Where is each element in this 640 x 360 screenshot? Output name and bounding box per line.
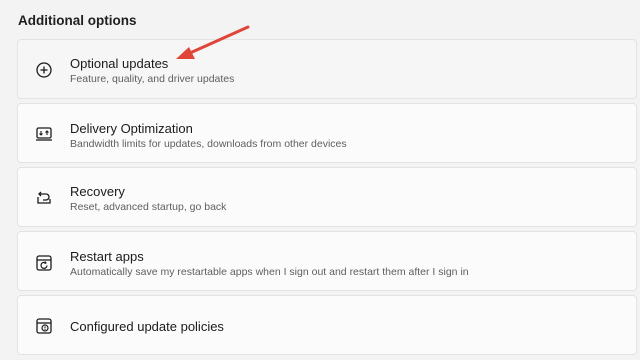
configured-update-policies-card[interactable]: Configured update policies: [17, 295, 637, 355]
restart-apps-title: Restart apps: [70, 249, 144, 264]
update-policies-icon: [35, 317, 53, 335]
recovery-card[interactable]: Recovery Reset, advanced startup, go bac…: [17, 167, 637, 227]
restart-apps-card[interactable]: Restart apps Automatically save my resta…: [17, 231, 637, 291]
optional-updates-card[interactable]: Optional updates Feature, quality, and d…: [17, 39, 637, 99]
recovery-subtitle: Reset, advanced startup, go back: [70, 201, 227, 213]
recovery-icon: [35, 188, 53, 206]
optional-updates-subtitle: Feature, quality, and driver updates: [70, 73, 235, 85]
delivery-optimization-card[interactable]: Delivery Optimization Bandwidth limits f…: [17, 103, 637, 163]
delivery-optimization-icon: [35, 125, 53, 143]
optional-updates-title: Optional updates: [70, 56, 169, 71]
configured-update-policies-title: Configured update policies: [70, 319, 224, 334]
section-title: Additional options: [18, 13, 137, 28]
delivery-optimization-subtitle: Bandwidth limits for updates, downloads …: [70, 138, 347, 150]
restart-apps-icon: [35, 254, 53, 272]
recovery-title: Recovery: [70, 184, 125, 199]
plus-circle-icon: [35, 61, 53, 79]
restart-apps-subtitle: Automatically save my restartable apps w…: [70, 266, 469, 278]
delivery-optimization-title: Delivery Optimization: [70, 121, 193, 136]
